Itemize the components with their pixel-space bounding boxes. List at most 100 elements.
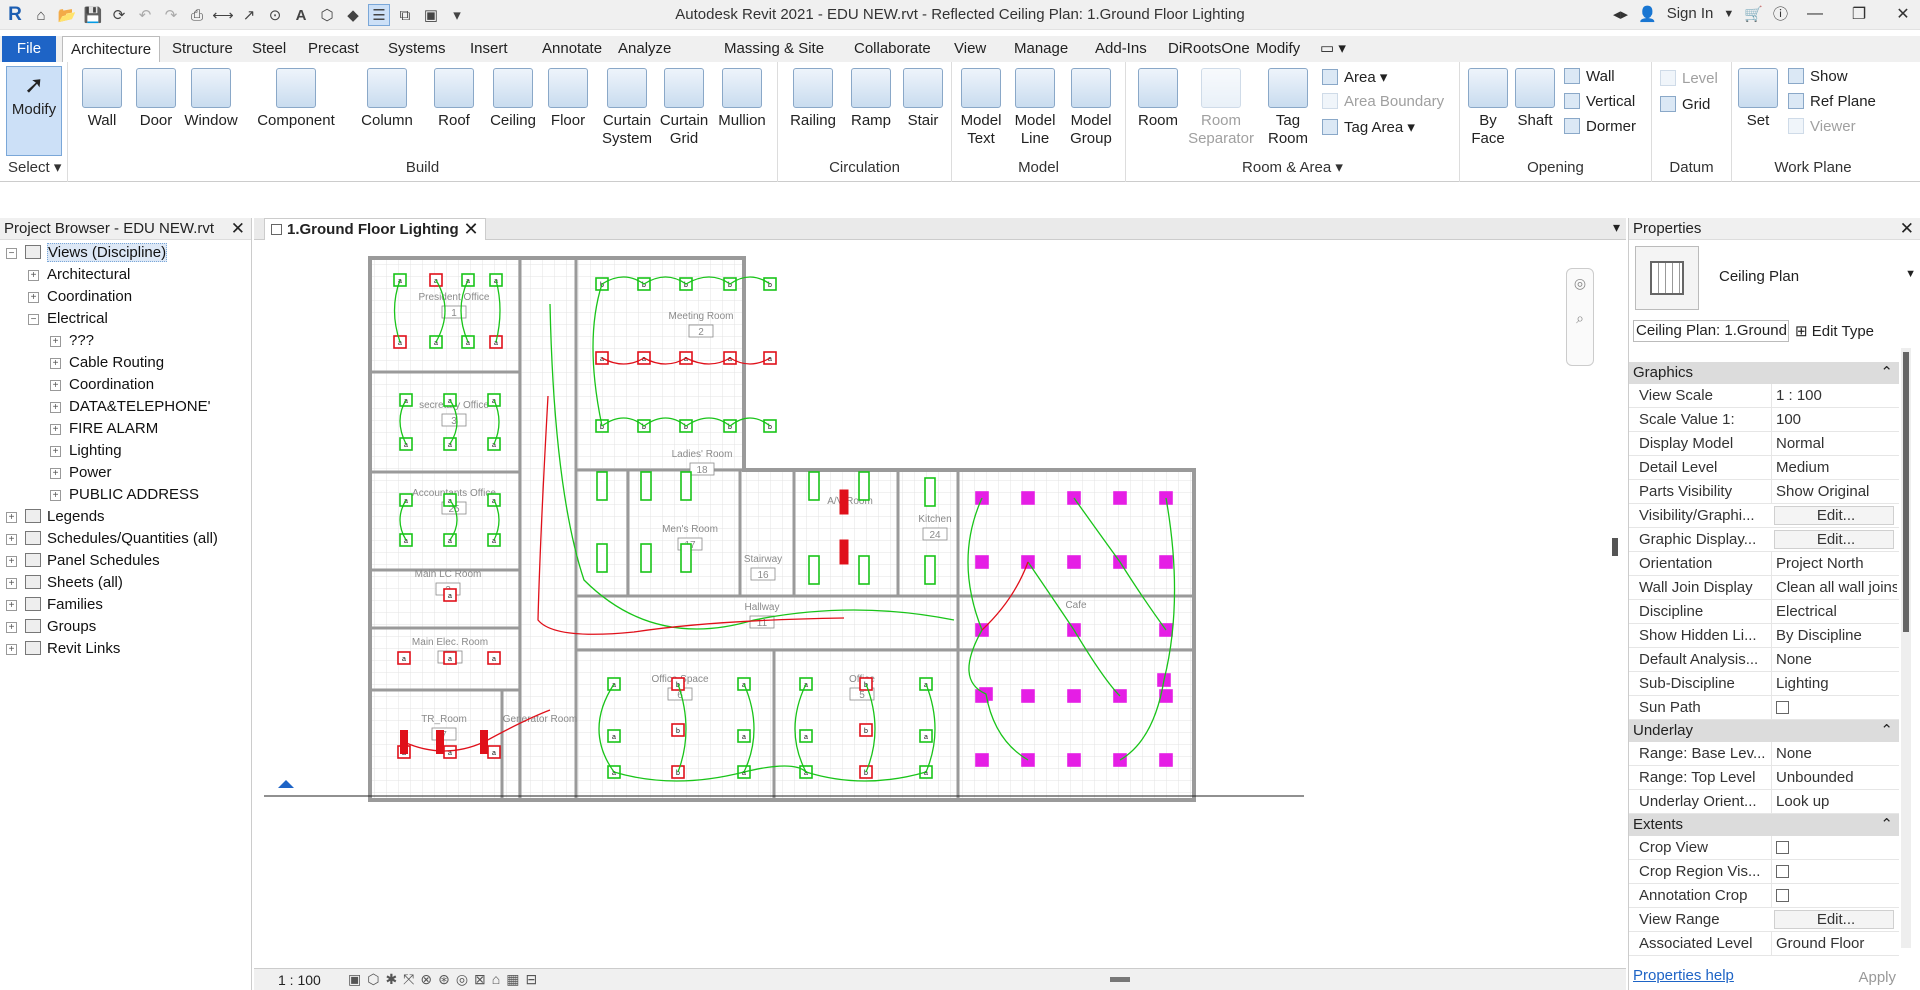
fixture-tag[interactable]: a (742, 734, 746, 741)
fixture-tag[interactable]: a (492, 656, 496, 663)
checkbox[interactable] (1776, 889, 1789, 902)
collapse-icon[interactable]: − (28, 314, 39, 325)
tree-node[interactable]: − Views (Discipline) (6, 243, 168, 262)
area-boundary-button[interactable]: Area Boundary (1322, 93, 1444, 110)
expand-icon[interactable]: + (50, 490, 61, 501)
expand-icon[interactable]: + (6, 534, 17, 545)
user-icon[interactable]: 👤 (1638, 5, 1657, 23)
close-icon[interactable]: ✕ (1886, 4, 1920, 24)
shaft-button[interactable]: Shaft (1512, 66, 1558, 130)
fixture-tag[interactable]: a (600, 356, 604, 363)
expand-icon[interactable]: + (6, 644, 17, 655)
property-value[interactable]: None (1771, 648, 1897, 672)
light-fixture[interactable] (1021, 491, 1035, 505)
tree-node[interactable]: + Coordination (28, 288, 132, 305)
property-value[interactable]: Clean all wall joins (1771, 576, 1897, 600)
tree-node[interactable]: + Panel Schedules (6, 552, 160, 569)
expand-icon[interactable]: + (50, 468, 61, 479)
tree-node[interactable]: + Legends (6, 508, 105, 525)
light-fixture[interactable] (640, 471, 652, 501)
property-value[interactable]: Unbounded (1771, 766, 1897, 790)
light-fixture[interactable] (808, 555, 820, 585)
level-button[interactable]: Level (1660, 70, 1718, 87)
light-fixture[interactable] (596, 471, 608, 501)
tag-room-button[interactable]: Tag Room (1262, 66, 1314, 148)
tab-add-ins[interactable]: Add-Ins (1087, 36, 1155, 62)
expand-icon[interactable]: + (50, 336, 61, 347)
collapse-icon[interactable]: ⌃ (1880, 720, 1893, 742)
fixture-tag[interactable]: a (492, 750, 496, 757)
tab-steel[interactable]: Steel (244, 36, 294, 62)
wall-opening-button[interactable]: Wall (1564, 68, 1615, 85)
floor-button[interactable]: Floor (542, 66, 594, 130)
tab-architecture[interactable]: Architecture (62, 36, 161, 62)
checkbox[interactable] (1776, 701, 1789, 714)
vertical-scrollbar[interactable] (1612, 538, 1618, 556)
view-scale-label[interactable]: 1 : 100 (278, 972, 321, 988)
expand-icon[interactable]: + (50, 380, 61, 391)
edit-type-button[interactable]: ⊞ Edit Type (1795, 322, 1874, 340)
properties-help-link[interactable]: Properties help (1633, 967, 1734, 984)
property-value[interactable]: Ground Floor (1771, 932, 1897, 956)
zoom-icon[interactable]: ⌕ (1567, 310, 1593, 327)
expand-icon[interactable]: + (28, 270, 39, 281)
tree-node[interactable]: + Cable Routing (50, 354, 164, 371)
light-fixture[interactable] (1021, 689, 1035, 703)
property-value[interactable]: Normal (1771, 432, 1897, 456)
expand-icon[interactable]: + (50, 424, 61, 435)
collapse-icon[interactable]: ⌃ (1880, 362, 1893, 384)
light-fixture[interactable] (839, 489, 849, 515)
tab-analyze[interactable]: Analyze (610, 36, 679, 62)
tab-modify[interactable]: Modify (1248, 36, 1308, 62)
restore-icon[interactable]: ❐ (1842, 4, 1876, 24)
tab-view[interactable]: View (946, 36, 994, 62)
light-fixture[interactable] (924, 477, 936, 507)
property-group-header[interactable]: Extents ⌃ (1629, 814, 1899, 836)
fixture-tag[interactable]: b (676, 728, 680, 735)
model-group-button[interactable]: Model Group (1064, 66, 1118, 148)
tree-node[interactable]: + PUBLIC ADDRESS (50, 486, 199, 503)
component-button[interactable]: Component (252, 66, 340, 130)
expand-icon[interactable]: + (28, 292, 39, 303)
model-line-button[interactable]: Model Line (1010, 66, 1060, 148)
tab-collaborate[interactable]: Collaborate (846, 36, 939, 62)
dormer-button[interactable]: Dormer (1564, 118, 1636, 135)
fixture-tag[interactable]: a (448, 656, 452, 663)
property-value[interactable]: Show Original (1771, 480, 1897, 504)
close-icon[interactable]: ✕ (231, 218, 245, 240)
apply-button[interactable]: Apply (1858, 969, 1896, 986)
tree-node[interactable]: + Groups (6, 618, 96, 635)
panel-label-room-area[interactable]: Room & Area ▾ (1126, 158, 1459, 176)
light-fixture[interactable] (680, 543, 692, 573)
room-button[interactable]: Room (1132, 66, 1184, 130)
property-checkbox[interactable] (1771, 836, 1897, 860)
property-group-header[interactable]: Underlay ⌃ (1629, 720, 1899, 742)
expand-icon[interactable]: + (6, 512, 17, 523)
ramp-button[interactable]: Ramp (846, 66, 896, 130)
modify-button[interactable]: ➚ Modify (6, 66, 62, 156)
view-list-icon[interactable]: ▾ (1613, 219, 1620, 236)
fixture-tag[interactable]: a (448, 593, 452, 600)
panel-label-select[interactable]: Select ▾ (0, 158, 67, 176)
light-fixture[interactable] (858, 555, 870, 585)
steering-wheel-icon[interactable]: ◎ (1567, 275, 1593, 292)
light-fixture[interactable] (640, 543, 652, 573)
checkbox[interactable] (1776, 841, 1789, 854)
ceiling-button[interactable]: Ceiling (484, 66, 542, 130)
tab-annotate[interactable]: Annotate (534, 36, 610, 62)
tree-node[interactable]: + Sheets (all) (6, 574, 123, 591)
type-selector-dropdown-icon[interactable]: ▼ (1905, 268, 1916, 280)
property-checkbox[interactable] (1771, 696, 1897, 720)
door-button[interactable]: Door (132, 66, 180, 130)
by-face-button[interactable]: By Face (1466, 66, 1510, 148)
expand-icon[interactable]: + (50, 446, 61, 457)
collapse-icon[interactable]: − (6, 248, 17, 259)
fixture-tag[interactable]: a (924, 734, 928, 741)
tab-precast[interactable]: Precast (300, 36, 367, 62)
ref-plane-button[interactable]: Ref Plane (1788, 93, 1876, 110)
light-fixture[interactable] (975, 555, 989, 569)
tab-dirootsone[interactable]: DiRootsOne (1160, 36, 1258, 62)
room-separator-button[interactable]: Room Separator (1186, 66, 1256, 148)
close-icon[interactable]: ✕ (1900, 218, 1914, 240)
property-value[interactable]: Medium (1771, 456, 1897, 480)
